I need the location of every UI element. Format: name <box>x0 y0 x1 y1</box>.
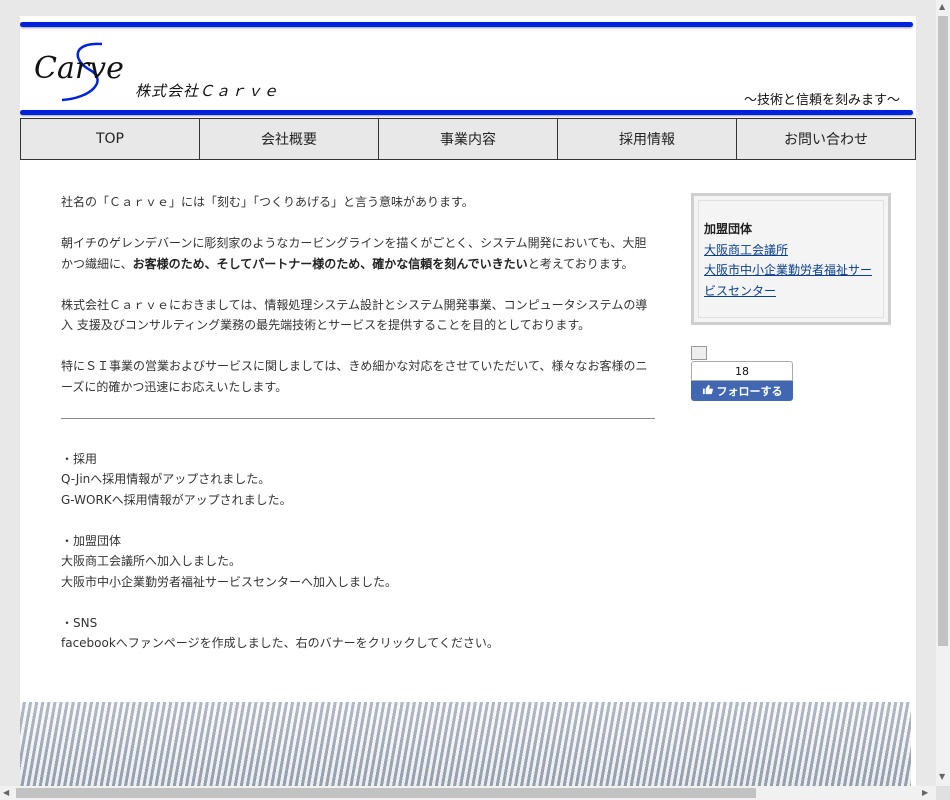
intro-paragraph-1: 社名の「Ｃａｒｖｅ」には「刻む」「つくりあげる」と言う意味があります。 <box>61 195 474 209</box>
intro-paragraph-4: 特にＳＩ事業の営業およびサービスに関しましては、きめ細かな対応をさせていただいて… <box>61 359 648 394</box>
nav-top[interactable]: TOP <box>21 119 200 159</box>
thumbs-up-icon <box>702 384 713 398</box>
scrollbar-corner <box>936 786 950 800</box>
main-content: 社名の「Ｃａｒｖｅ」には「刻む」「つくりあげる」と言う意味があります。 朝イチの… <box>61 192 655 674</box>
page: Carve 株式会社Ｃａｒｖｅ ～技術と信頼を刻みます～ TOP 会社概要 事業… <box>20 16 916 786</box>
news-item: 大阪市中小企業勤労者福祉サービスセンターへ加入しました。 <box>61 574 398 589</box>
svg-text:Carve: Carve <box>34 51 124 86</box>
nav-company[interactable]: 会社概要 <box>200 119 379 159</box>
news-item: facebookへファンページを作成しました、右のバナーをクリックしてください。 <box>61 636 499 650</box>
news-item: 大阪商工会議所へ加入しました。 <box>61 554 242 568</box>
footer-slope-image <box>20 702 911 786</box>
facebook-follow-label: フォローする <box>716 385 783 398</box>
news-heading: ・SNS <box>61 615 98 630</box>
intro-paragraph-2: 朝イチのゲレンデバーンに彫刻家のようなカービングラインを描くがごとく、システム開… <box>61 233 655 274</box>
header-bottom-bar <box>20 110 913 115</box>
header: Carve 株式会社Ｃａｒｖｅ ～技術と信頼を刻みます～ <box>20 16 916 116</box>
nav-recruit[interactable]: 採用情報 <box>558 119 737 159</box>
news-sns: ・SNS facebookへファンページを作成しました、右のバナーをクリックして… <box>61 613 655 654</box>
nav-business[interactable]: 事業内容 <box>379 119 558 159</box>
facebook-follower-count: 18 <box>691 361 793 381</box>
company-name: 株式会社Ｃａｒｖｅ <box>135 82 280 100</box>
membership-sidebar: 加盟団体 大阪商工会議所 大阪市中小企業勤労者福祉サービスセンター <box>691 193 891 325</box>
link-osaka-welfare-center[interactable]: 大阪市中小企業勤労者福祉サービスセンター <box>704 260 879 301</box>
news-membership: ・加盟団体 大阪商工会議所へ加入しました。 大阪市中小企業勤労者福祉サービスセン… <box>61 531 655 593</box>
scroll-left-icon[interactable]: ◀ <box>3 788 9 797</box>
main-nav: TOP 会社概要 事業内容 採用情報 お問い合わせ <box>20 118 916 160</box>
link-osaka-chamber[interactable]: 大阪商工会議所 <box>704 240 879 261</box>
scroll-down-icon[interactable]: ▼ <box>939 772 945 781</box>
scroll-up-icon[interactable]: ▲ <box>939 2 945 11</box>
news-item: G-WORKへ採用情報がアップされました。 <box>61 492 292 507</box>
sidebar-inner: 加盟団体 大阪商工会議所 大阪市中小企業勤労者福祉サービスセンター <box>698 200 884 318</box>
broken-image-icon[interactable] <box>691 346 707 360</box>
horizontal-scroll-thumb[interactable] <box>16 788 756 798</box>
carve-logo: Carve <box>34 42 124 102</box>
vertical-scrollbar[interactable]: ▲ ▼ <box>936 0 950 786</box>
tagline: ～技術と信頼を刻みます～ <box>743 93 900 108</box>
news-recruit: ・採用 Q-Jinへ採用情報がアップされました。 G-WORKへ採用情報がアップ… <box>61 449 655 511</box>
scroll-right-icon[interactable]: ▶ <box>922 788 928 797</box>
intro-bold-text: お客様のため、そしてパートナー様のため、確かな信頼を刻んでいきたい <box>132 256 528 271</box>
content-divider <box>61 417 655 419</box>
intro-text-end: と考えております。 <box>527 256 634 271</box>
horizontal-scrollbar[interactable]: ◀ ▶ <box>0 786 936 800</box>
sidebar-heading: 加盟団体 <box>704 222 753 236</box>
news-item: Q-Jinへ採用情報がアップされました。 <box>61 472 271 486</box>
intro-paragraph-3: 株式会社Ｃａｒｖｅにおきましては、情報処理システム設計とシステム開発事業、コンピ… <box>61 297 648 333</box>
news-heading: ・加盟団体 <box>61 533 122 548</box>
header-top-bar <box>20 22 913 27</box>
facebook-follow-button[interactable]: フォローする <box>691 381 793 401</box>
vertical-scroll-thumb[interactable] <box>938 16 948 646</box>
nav-contact[interactable]: お問い合わせ <box>737 119 915 159</box>
news-heading: ・採用 <box>61 451 98 466</box>
